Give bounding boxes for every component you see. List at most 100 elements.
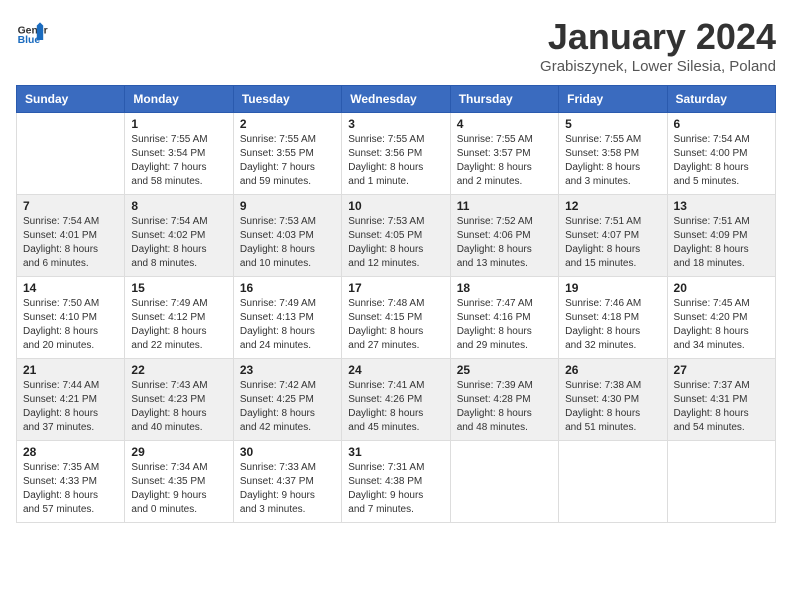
day-number: 6	[674, 117, 769, 131]
day-info-line: and 24 minutes.	[240, 340, 311, 351]
day-info-line: Daylight: 8 hours	[348, 244, 423, 255]
day-number: 25	[457, 363, 552, 377]
day-number: 19	[565, 281, 660, 295]
day-info-line: Sunrise: 7:46 AM	[565, 298, 641, 309]
day-info-line: Sunset: 4:09 PM	[674, 230, 748, 241]
calendar-cell: 10 Sunrise: 7:53 AM Sunset: 4:05 PM Dayligh…	[342, 195, 450, 277]
day-info-line: Sunrise: 7:51 AM	[674, 216, 750, 227]
day-info-line: Sunset: 4:35 PM	[131, 476, 205, 487]
day-info-line: Sunset: 4:28 PM	[457, 394, 531, 405]
day-number: 22	[131, 363, 226, 377]
calendar-table: SundayMondayTuesdayWednesdayThursdayFrid…	[16, 85, 776, 523]
calendar-cell: 12Sunrise: 7:51 AMSunset: 4:07 PMDayligh…	[559, 195, 667, 277]
calendar-header-row: SundayMondayTuesdayWednesdayThursdayFrid…	[17, 86, 776, 113]
day-info-line: and 18 minutes.	[674, 258, 745, 269]
title-area: January 2024 Grabiszynek, Lower Silesia,…	[540, 16, 776, 75]
day-info-line: Sunrise: 7:49 AM	[240, 298, 316, 309]
day-info-line: and 13 minutes.	[457, 258, 528, 269]
day-info-line: Daylight: 8 hours	[348, 408, 423, 419]
day-info-line: and 45 minutes.	[348, 422, 419, 433]
day-info-line: Daylight: 8 hours	[131, 408, 206, 419]
day-info-line: and 5 minutes.	[674, 176, 740, 187]
day-info-line: Daylight: 7 hours	[131, 162, 206, 173]
day-info-line: and 34 minutes.	[674, 340, 745, 351]
day-number: 3	[348, 117, 443, 131]
day-info-line: and 15 minutes.	[565, 258, 636, 269]
header-saturday: Saturday	[667, 86, 775, 113]
day-info-line: Sunrise: 7:55 AM	[240, 134, 316, 145]
day-info: Sunrise: 7:50 AMSunset: 4:10 PMDaylight:…	[23, 297, 118, 353]
day-number: 13	[674, 199, 769, 213]
calendar-cell: 19 Sunrise: 7:46 AM Sunset: 4:18 PM Dayligh…	[559, 277, 667, 359]
day-info-line: Sunrise: 7:38 AM	[565, 380, 641, 391]
day-info-line: Sunset: 4:05 PM	[348, 230, 422, 241]
day-number: 17	[348, 281, 443, 295]
day-info-line: Sunset: 4:00 PM	[674, 148, 748, 159]
day-info-line: Sunrise: 7:33 AM	[240, 462, 316, 473]
calendar-cell: 26Sunrise: 7:38 AMSunset: 4:30 PMDayligh…	[559, 359, 667, 441]
day-info-line: Daylight: 8 hours	[565, 326, 640, 337]
day-number: 31	[348, 445, 443, 459]
day-info-line: Sunrise: 7:52 AM	[457, 216, 533, 227]
day-info-line: Sunrise: 7:37 AM	[674, 380, 750, 391]
day-info: Sunrise: 7:51 AMSunset: 4:07 PMDaylight:…	[565, 215, 660, 271]
day-info-line: Sunset: 4:07 PM	[565, 230, 639, 241]
day-info-line: Sunrise: 7:39 AM	[457, 380, 533, 391]
day-info: Sunrise: 7:53 AM Sunset: 4:05 PM Daylight:…	[348, 215, 443, 271]
calendar-week-row: 14Sunrise: 7:50 AMSunset: 4:10 PMDayligh…	[17, 277, 776, 359]
day-info-line: Sunrise: 7:31 AM	[348, 462, 424, 473]
header-thursday: Thursday	[450, 86, 558, 113]
day-info-line: and 1 minute.	[348, 176, 409, 187]
day-info-line: Sunset: 4:18 PM	[565, 312, 639, 323]
day-info-line: Sunrise: 7:54 AM	[23, 216, 99, 227]
day-info: Sunrise: 7:52 AMSunset: 4:06 PMDaylight:…	[457, 215, 552, 271]
day-number: 2	[240, 117, 335, 131]
header-wednesday: Wednesday	[342, 86, 450, 113]
calendar-cell: 29Sunrise: 7:34 AMSunset: 4:35 PMDayligh…	[125, 441, 233, 523]
header-monday: Monday	[125, 86, 233, 113]
day-info-line: Sunset: 4:30 PM	[565, 394, 639, 405]
day-number: 10	[348, 199, 443, 213]
day-info-line: Sunset: 4:01 PM	[23, 230, 97, 241]
day-info-line: and 32 minutes.	[565, 340, 636, 351]
logo-icon: General Blue	[16, 16, 48, 48]
day-info-line: and 37 minutes.	[23, 422, 94, 433]
calendar-cell: 7Sunrise: 7:54 AMSunset: 4:01 PMDaylight…	[17, 195, 125, 277]
day-info-line: Sunset: 4:21 PM	[23, 394, 97, 405]
day-info-line: Daylight: 8 hours	[131, 244, 206, 255]
calendar-cell: 17Sunrise: 7:48 AMSunset: 4:15 PMDayligh…	[342, 277, 450, 359]
day-info-line: Sunset: 4:38 PM	[348, 476, 422, 487]
day-number: 16	[240, 281, 335, 295]
day-info-line: Daylight: 8 hours	[240, 326, 315, 337]
calendar-cell: 18Sunrise: 7:47 AMSunset: 4:16 PMDayligh…	[450, 277, 558, 359]
calendar-cell	[667, 441, 775, 523]
day-info: Sunrise: 7:38 AMSunset: 4:30 PMDaylight:…	[565, 379, 660, 435]
day-info: Sunrise: 7:54 AMSunset: 4:02 PMDaylight:…	[131, 215, 226, 271]
day-info-line: Sunrise: 7:55 AM	[565, 134, 641, 145]
day-info-line: Daylight: 9 hours	[348, 490, 423, 501]
day-info-line: Daylight: 8 hours	[457, 244, 532, 255]
day-info-line: Sunrise: 7:34 AM	[131, 462, 207, 473]
day-info: Sunrise: 7:41 AMSunset: 4:26 PMDaylight:…	[348, 379, 443, 435]
day-info-line: Daylight: 8 hours	[348, 326, 423, 337]
day-info-line: Sunrise: 7:45 AM	[674, 298, 750, 309]
day-info-line: Sunset: 3:57 PM	[457, 148, 531, 159]
header-tuesday: Tuesday	[233, 86, 341, 113]
day-info-line: Sunset: 4:12 PM	[131, 312, 205, 323]
day-info: Sunrise: 7:55 AMSunset: 3:58 PMDaylight:…	[565, 133, 660, 189]
day-info-line: and 22 minutes.	[131, 340, 202, 351]
day-info-line: and 59 minutes.	[240, 176, 311, 187]
day-info-line: and 57 minutes.	[23, 504, 94, 515]
calendar-cell	[17, 113, 125, 195]
day-info-line: Daylight: 8 hours	[565, 162, 640, 173]
day-info-line: Sunrise: 7:53 AM	[348, 216, 424, 227]
day-info: Sunrise: 7:55 AMSunset: 3:55 PMDaylight:…	[240, 133, 335, 189]
day-info-line: Sunrise: 7:43 AM	[131, 380, 207, 391]
day-info-line: Sunset: 4:15 PM	[348, 312, 422, 323]
day-info-line: Sunrise: 7:54 AM	[131, 216, 207, 227]
day-info-line: Daylight: 8 hours	[457, 326, 532, 337]
calendar-cell: 11Sunrise: 7:52 AMSunset: 4:06 PMDayligh…	[450, 195, 558, 277]
day-number: 20	[674, 281, 769, 295]
calendar-week-row: 28Sunrise: 7:35 AMSunset: 4:33 PMDayligh…	[17, 441, 776, 523]
day-info: Sunrise: 7:35 AMSunset: 4:33 PMDaylight:…	[23, 461, 118, 517]
